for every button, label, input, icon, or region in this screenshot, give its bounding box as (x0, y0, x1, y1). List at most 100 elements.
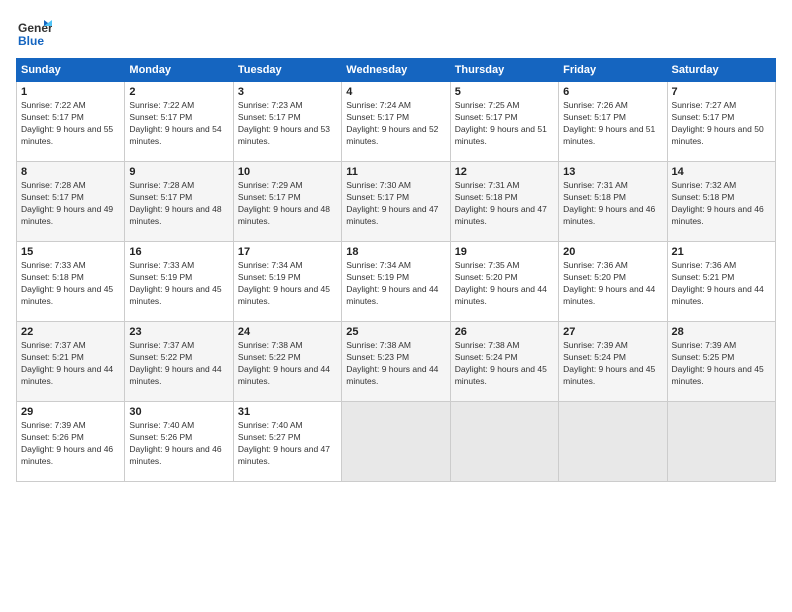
calendar-day-cell: 19Sunrise: 7:35 AMSunset: 5:20 PMDayligh… (450, 242, 558, 322)
calendar-day-cell: 27Sunrise: 7:39 AMSunset: 5:24 PMDayligh… (559, 322, 667, 402)
calendar-day-cell: 8 Sunrise: 7:28 AMSunset: 5:17 PMDaylight… (17, 162, 125, 242)
day-info: Sunrise: 7:38 AMSunset: 5:22 PMDaylight:… (238, 340, 330, 386)
calendar-day-cell: 21Sunrise: 7:36 AMSunset: 5:21 PMDayligh… (667, 242, 775, 322)
day-number: 21 (672, 246, 771, 258)
day-info: Sunrise: 7:40 AMSunset: 5:26 PMDaylight:… (129, 420, 221, 466)
weekday-header: Saturday (667, 59, 775, 82)
day-info: Sunrise: 7:27 AMSunset: 5:17 PMDaylight:… (672, 100, 764, 146)
calendar-day-cell: 13 Sunrise: 7:31 AMSunset: 5:18 PMDayligh… (559, 162, 667, 242)
day-number: 25 (346, 326, 445, 338)
day-info: Sunrise: 7:37 AMSunset: 5:22 PMDaylight:… (129, 340, 221, 386)
calendar-day-cell (450, 402, 558, 482)
day-number: 26 (455, 326, 554, 338)
calendar-day-cell: 7 Sunrise: 7:27 AMSunset: 5:17 PMDaylight… (667, 82, 775, 162)
weekday-header: Tuesday (233, 59, 341, 82)
calendar-day-cell: 26 Sunrise: 7:38 AMSunset: 5:24 PMDayligh… (450, 322, 558, 402)
logo: General Blue (16, 16, 52, 52)
day-number: 11 (346, 166, 445, 178)
day-info: Sunrise: 7:24 AMSunset: 5:17 PMDaylight:… (346, 100, 438, 146)
day-info: Sunrise: 7:32 AMSunset: 5:18 PMDaylight:… (672, 180, 764, 226)
day-number: 22 (21, 326, 120, 338)
day-number: 20 (563, 246, 662, 258)
weekday-header: Monday (125, 59, 233, 82)
day-info: Sunrise: 7:40 AMSunset: 5:27 PMDaylight:… (238, 420, 330, 466)
calendar-day-cell: 4 Sunrise: 7:24 AMSunset: 5:17 PMDaylight… (342, 82, 450, 162)
calendar-week-row: 1Sunrise: 7:22 AMSunset: 5:17 PMDaylight… (17, 82, 776, 162)
svg-text:Blue: Blue (18, 34, 44, 48)
day-number: 5 (455, 86, 554, 98)
calendar-day-cell: 14 Sunrise: 7:32 AMSunset: 5:18 PMDayligh… (667, 162, 775, 242)
calendar-day-cell: 17 Sunrise: 7:34 AMSunset: 5:19 PMDayligh… (233, 242, 341, 322)
day-number: 12 (455, 166, 554, 178)
calendar-day-cell: 9 Sunrise: 7:28 AMSunset: 5:17 PMDaylight… (125, 162, 233, 242)
weekday-header: Sunday (17, 59, 125, 82)
calendar-day-cell (559, 402, 667, 482)
day-number: 27 (563, 326, 662, 338)
day-info: Sunrise: 7:26 AMSunset: 5:17 PMDaylight:… (563, 100, 655, 146)
day-number: 18 (346, 246, 445, 258)
day-info: Sunrise: 7:39 AMSunset: 5:25 PMDaylight:… (672, 340, 764, 386)
day-info: Sunrise: 7:28 AMSunset: 5:17 PMDaylight:… (129, 180, 221, 226)
day-number: 29 (21, 406, 120, 418)
day-number: 13 (563, 166, 662, 178)
day-number: 9 (129, 166, 228, 178)
calendar-week-row: 8 Sunrise: 7:28 AMSunset: 5:17 PMDaylight… (17, 162, 776, 242)
calendar-week-row: 22 Sunrise: 7:37 AMSunset: 5:21 PMDayligh… (17, 322, 776, 402)
calendar-day-cell: 29 Sunrise: 7:39 AMSunset: 5:26 PMDayligh… (17, 402, 125, 482)
header: General Blue (16, 16, 776, 52)
day-number: 14 (672, 166, 771, 178)
day-info: Sunrise: 7:31 AMSunset: 5:18 PMDaylight:… (455, 180, 547, 226)
weekday-header: Friday (559, 59, 667, 82)
day-info: Sunrise: 7:34 AMSunset: 5:19 PMDaylight:… (238, 260, 330, 306)
calendar-day-cell: 11 Sunrise: 7:30 AMSunset: 5:17 PMDayligh… (342, 162, 450, 242)
day-info: Sunrise: 7:38 AMSunset: 5:24 PMDaylight:… (455, 340, 547, 386)
calendar-day-cell: 2 Sunrise: 7:22 AMSunset: 5:17 PMDaylight… (125, 82, 233, 162)
day-info: Sunrise: 7:31 AMSunset: 5:18 PMDaylight:… (563, 180, 655, 226)
day-info: Sunrise: 7:39 AMSunset: 5:26 PMDaylight:… (21, 420, 113, 466)
calendar-day-cell: 24 Sunrise: 7:38 AMSunset: 5:22 PMDayligh… (233, 322, 341, 402)
day-info: Sunrise: 7:30 AMSunset: 5:17 PMDaylight:… (346, 180, 438, 226)
day-number: 6 (563, 86, 662, 98)
logo-icon: General Blue (16, 16, 52, 52)
day-number: 30 (129, 406, 228, 418)
day-info: Sunrise: 7:33 AMSunset: 5:19 PMDaylight:… (129, 260, 221, 306)
day-number: 3 (238, 86, 337, 98)
calendar-day-cell: 23 Sunrise: 7:37 AMSunset: 5:22 PMDayligh… (125, 322, 233, 402)
calendar-day-cell: 30 Sunrise: 7:40 AMSunset: 5:26 PMDayligh… (125, 402, 233, 482)
calendar-day-cell: 22 Sunrise: 7:37 AMSunset: 5:21 PMDayligh… (17, 322, 125, 402)
day-number: 23 (129, 326, 228, 338)
calendar-week-row: 29 Sunrise: 7:39 AMSunset: 5:26 PMDayligh… (17, 402, 776, 482)
day-info: Sunrise: 7:36 AMSunset: 5:20 PMDaylight:… (563, 260, 655, 306)
day-info: Sunrise: 7:23 AMSunset: 5:17 PMDaylight:… (238, 100, 330, 146)
calendar-day-cell: 18Sunrise: 7:34 AMSunset: 5:19 PMDayligh… (342, 242, 450, 322)
calendar-day-cell: 20 Sunrise: 7:36 AMSunset: 5:20 PMDayligh… (559, 242, 667, 322)
calendar-day-cell: 6 Sunrise: 7:26 AMSunset: 5:17 PMDaylight… (559, 82, 667, 162)
day-number: 4 (346, 86, 445, 98)
calendar-day-cell: 3 Sunrise: 7:23 AMSunset: 5:17 PMDaylight… (233, 82, 341, 162)
calendar-day-cell: 15 Sunrise: 7:33 AMSunset: 5:18 PMDayligh… (17, 242, 125, 322)
day-number: 24 (238, 326, 337, 338)
calendar-day-cell: 31Sunrise: 7:40 AMSunset: 5:27 PMDayligh… (233, 402, 341, 482)
day-info: Sunrise: 7:28 AMSunset: 5:17 PMDaylight:… (21, 180, 113, 226)
weekday-header-row: SundayMondayTuesdayWednesdayThursdayFrid… (17, 59, 776, 82)
day-number: 15 (21, 246, 120, 258)
calendar-container: General Blue SundayMondayTuesdayWednesda… (0, 0, 792, 612)
day-number: 2 (129, 86, 228, 98)
calendar-day-cell: 5 Sunrise: 7:25 AMSunset: 5:17 PMDaylight… (450, 82, 558, 162)
day-number: 7 (672, 86, 771, 98)
day-info: Sunrise: 7:38 AMSunset: 5:23 PMDaylight:… (346, 340, 438, 386)
calendar-day-cell: 25 Sunrise: 7:38 AMSunset: 5:23 PMDayligh… (342, 322, 450, 402)
day-number: 28 (672, 326, 771, 338)
day-info: Sunrise: 7:25 AMSunset: 5:17 PMDaylight:… (455, 100, 547, 146)
calendar-day-cell: 1Sunrise: 7:22 AMSunset: 5:17 PMDaylight… (17, 82, 125, 162)
day-number: 17 (238, 246, 337, 258)
day-info: Sunrise: 7:22 AMSunset: 5:17 PMDaylight:… (21, 100, 113, 146)
day-info: Sunrise: 7:33 AMSunset: 5:18 PMDaylight:… (21, 260, 113, 306)
day-info: Sunrise: 7:35 AMSunset: 5:20 PMDaylight:… (455, 260, 547, 306)
day-number: 8 (21, 166, 120, 178)
weekday-header: Thursday (450, 59, 558, 82)
day-info: Sunrise: 7:37 AMSunset: 5:21 PMDaylight:… (21, 340, 113, 386)
calendar-week-row: 15 Sunrise: 7:33 AMSunset: 5:18 PMDayligh… (17, 242, 776, 322)
day-info: Sunrise: 7:22 AMSunset: 5:17 PMDaylight:… (129, 100, 221, 146)
calendar-day-cell: 16Sunrise: 7:33 AMSunset: 5:19 PMDayligh… (125, 242, 233, 322)
